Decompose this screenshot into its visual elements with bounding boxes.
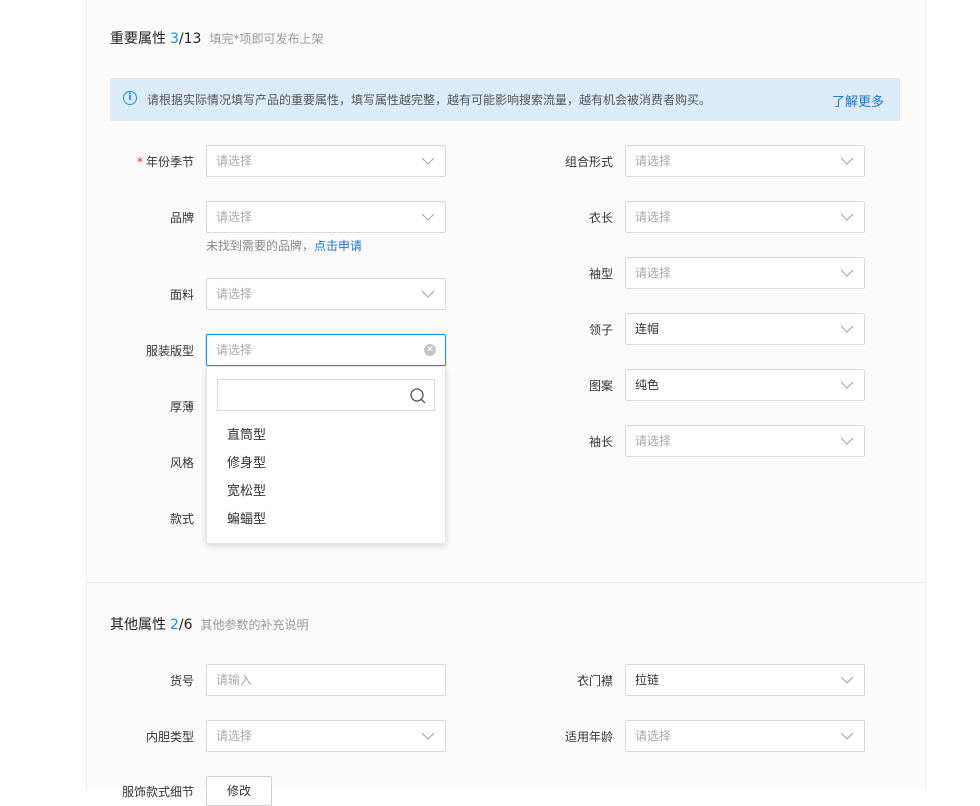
chevron-down-icon (840, 381, 854, 389)
dropdown-option[interactable]: 修身型 (227, 452, 266, 471)
label-thickness: 厚薄 (169, 400, 194, 414)
fit-dropdown: 直筒型 修身型 宽松型 蝙蝠型 (206, 366, 446, 544)
label-style: 风格 (169, 456, 194, 470)
edit-button[interactable]: 修改 (206, 776, 272, 806)
label-sleeve-type: 袖型 (588, 267, 613, 281)
placket-select[interactable]: 拉链 (625, 664, 865, 696)
chevron-down-icon (421, 732, 435, 740)
select-value: 请选择 (216, 343, 253, 357)
section-title-text: 其他属性 (110, 617, 166, 633)
apply-brand-link[interactable]: 点击申请 (314, 239, 362, 253)
label-text: 年份季节 (145, 155, 194, 169)
sleeve-length-select[interactable]: 请选择 (625, 425, 865, 457)
select-value: 连帽 (635, 322, 660, 336)
dropdown-option[interactable]: 蝙蝠型 (227, 508, 266, 527)
select-value: 请选择 (216, 210, 253, 224)
pattern-select[interactable]: 纯色 (625, 369, 865, 401)
select-value: 请选择 (216, 729, 253, 743)
lining-type-select[interactable]: 请选择 (206, 720, 446, 752)
select-value: 请选择 (635, 266, 672, 280)
total-count: /6 (178, 617, 193, 633)
label-item-number: 货号 (169, 674, 194, 688)
label-collar: 领子 (588, 323, 613, 337)
label-year-season: * 年份季节 (84, 153, 194, 170)
filled-count: 2/6 (170, 617, 193, 633)
dropdown-search-input[interactable] (217, 379, 435, 411)
brand-select[interactable]: 请选择 (206, 201, 446, 233)
chevron-down-icon (840, 157, 854, 165)
label-brand: 品牌 (169, 211, 194, 225)
brand-help: 未找到需要的品牌，点击申请 (206, 237, 362, 254)
chevron-down-icon (840, 213, 854, 221)
select-value: 请选择 (635, 210, 672, 224)
label-length: 衣长 (588, 211, 613, 225)
age-select[interactable]: 请选择 (625, 720, 865, 752)
filled-count-value: 2 (170, 617, 179, 633)
dropdown-option[interactable]: 直筒型 (227, 424, 266, 443)
item-number-input[interactable]: 请输入 (206, 664, 446, 696)
learn-more-link[interactable]: 了解更多 (832, 91, 884, 110)
chevron-down-icon (840, 437, 854, 445)
dropdown-option[interactable]: 宽松型 (227, 480, 266, 499)
input-placeholder: 请输入 (216, 673, 253, 687)
chevron-down-icon (421, 213, 435, 221)
section-hint: 其他参数的补充说明 (200, 618, 309, 632)
chevron-down-icon (840, 325, 854, 333)
label-design: 款式 (169, 512, 194, 526)
chevron-down-icon (840, 269, 854, 277)
clear-icon[interactable]: ✕ (424, 344, 436, 356)
collar-select[interactable]: 连帽 (625, 313, 865, 345)
sleeve-type-select[interactable]: 请选择 (625, 257, 865, 289)
filled-count-value: 3 (170, 31, 179, 47)
section-title-important: 重要属性 3/13 填完*项即可发布上架 (110, 28, 323, 48)
label-sleeve-length: 袖长 (588, 435, 613, 449)
notice-message: 请根据实际情况填写产品的重要属性，填写属性越完整，越有可能影响搜索流量，越有机会… (147, 93, 712, 107)
label-combination: 组合形式 (564, 155, 613, 169)
select-value: 请选择 (216, 154, 253, 168)
select-value: 请选择 (635, 154, 672, 168)
total-count: /13 (178, 31, 202, 47)
label-detail: 服饰款式细节 (121, 785, 194, 799)
select-value: 请选择 (635, 434, 672, 448)
chevron-down-icon (421, 157, 435, 165)
info-notice: i 请根据实际情况填写产品的重要属性，填写属性越完整，越有可能影响搜索流量，越有… (110, 78, 900, 121)
section-hint: 填完*项即可发布上架 (209, 32, 324, 46)
section-title-other: 其他属性 2/6 其他参数的补充说明 (110, 614, 309, 634)
search-icon (410, 388, 426, 404)
filled-count: 3/13 (170, 31, 201, 47)
info-icon: i (123, 91, 137, 105)
label-placket: 衣门襟 (576, 674, 613, 688)
length-select[interactable]: 请选择 (625, 201, 865, 233)
combination-select[interactable]: 请选择 (625, 145, 865, 177)
year-season-select[interactable]: 请选择 (206, 145, 446, 177)
select-value: 请选择 (635, 729, 672, 743)
chevron-down-icon (421, 290, 435, 298)
select-value: 纯色 (635, 378, 660, 392)
required-mark: * (136, 155, 143, 169)
label-fit: 服装版型 (145, 344, 194, 358)
chevron-down-icon (840, 676, 854, 684)
section-title-text: 重要属性 (110, 31, 166, 47)
brand-help-text: 未找到需要的品牌， (206, 239, 315, 253)
label-pattern: 图案 (588, 379, 613, 393)
label-lining-type: 内胆类型 (145, 730, 194, 744)
fit-select[interactable]: 请选择 ✕ (206, 334, 446, 366)
label-age: 适用年龄 (564, 730, 613, 744)
label-fabric: 面料 (169, 288, 194, 302)
chevron-down-icon (840, 732, 854, 740)
select-value: 拉链 (635, 673, 660, 687)
fabric-select[interactable]: 请选择 (206, 278, 446, 310)
section-divider (86, 582, 926, 583)
select-value: 请选择 (216, 287, 253, 301)
